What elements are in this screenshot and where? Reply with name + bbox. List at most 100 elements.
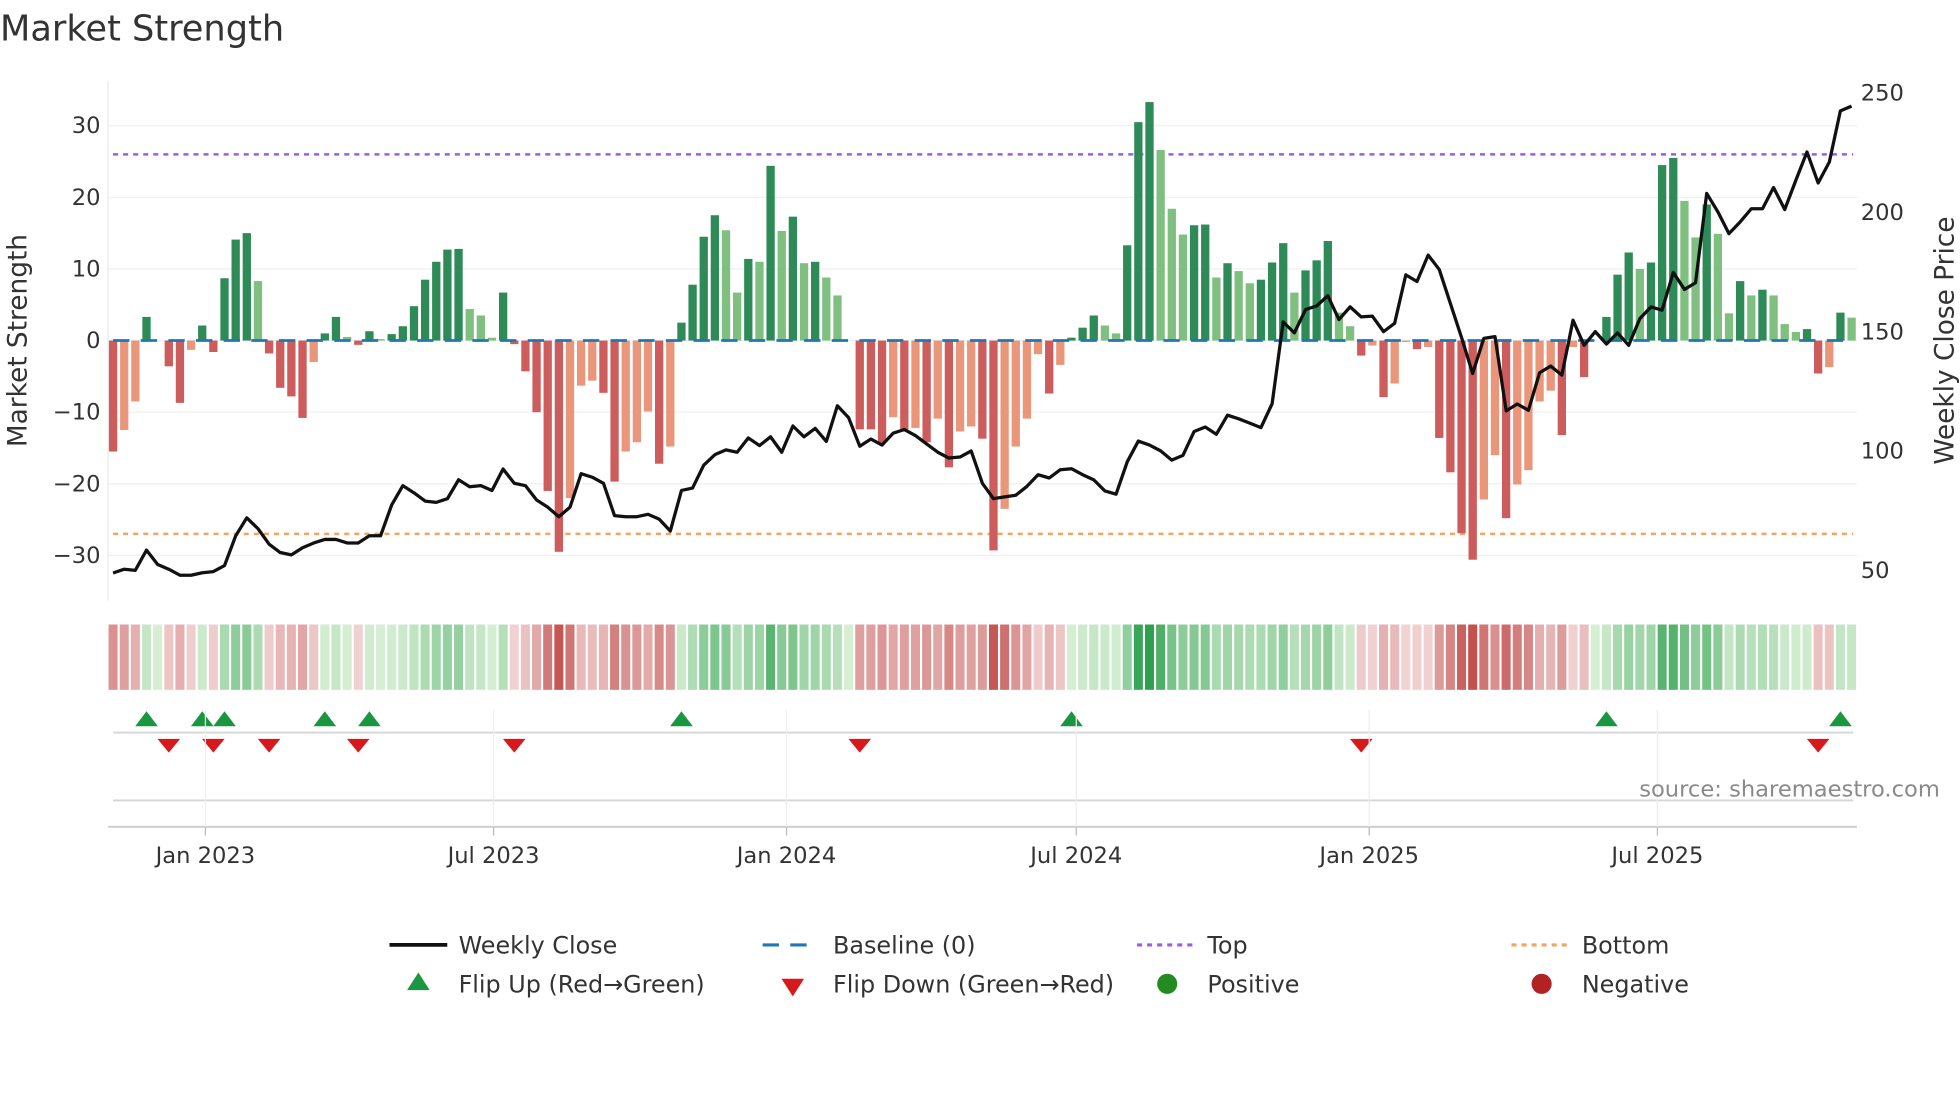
strength-bar <box>1167 208 1176 341</box>
strength-bar <box>922 340 931 443</box>
circle-icon <box>1157 973 1178 994</box>
heat-cell <box>1156 624 1166 690</box>
legend-label: Flip Down (Green→Red) <box>833 971 1114 999</box>
left-axis-ticks: 30 20 10 0 −10 −20 −30 <box>53 113 101 569</box>
heat-cell <box>643 624 653 690</box>
legend-item-negative[interactable]: Negative <box>1531 971 1689 999</box>
legend: Weekly Close Baseline (0) Top Bottom Fli… <box>389 932 1689 999</box>
strength-bar <box>911 340 920 428</box>
heat-cell <box>955 624 965 690</box>
heat-cell <box>1668 624 1678 690</box>
heat-cell <box>1122 624 1132 690</box>
strength-bar <box>420 279 430 341</box>
strength-bar <box>1736 281 1745 341</box>
heat-cell <box>1234 624 1244 690</box>
x-tick-label: Jan 2024 <box>735 843 837 869</box>
legend-item-weekly-close[interactable]: Weekly Close <box>389 932 617 960</box>
strength-bar <box>1501 340 1511 519</box>
heat-cell <box>933 624 943 690</box>
legend-label: Top <box>1206 932 1247 960</box>
heat-cell <box>1546 624 1556 690</box>
heat-cell <box>1523 624 1533 690</box>
strength-bar <box>131 340 140 402</box>
heat-cell <box>732 624 742 690</box>
heat-cell <box>721 624 731 690</box>
strength-bar <box>1657 165 1667 341</box>
heat-cell <box>1691 624 1701 690</box>
strength-bar <box>944 340 954 468</box>
y-tick-label: 30 <box>72 113 101 139</box>
heat-cell <box>387 624 397 690</box>
strength-bar <box>142 316 151 341</box>
strength-bar <box>1223 263 1232 341</box>
heat-cell <box>554 624 564 690</box>
strength-bar <box>1011 340 1020 447</box>
heat-cell <box>688 624 698 690</box>
legend-item-bottom[interactable]: Bottom <box>1511 932 1669 960</box>
y-tick-label: −30 <box>53 543 101 569</box>
heat-cell <box>1356 624 1366 690</box>
heat-cell <box>1590 624 1600 690</box>
strength-bar <box>621 340 630 452</box>
heat-cell <box>1445 624 1455 690</box>
legend-item-flip-down[interactable]: Flip Down (Green→Red) <box>781 971 1114 999</box>
legend-label: Bottom <box>1582 932 1670 960</box>
legend-item-top[interactable]: Top <box>1137 932 1248 960</box>
heat-cell <box>598 624 608 690</box>
strength-bar <box>1613 274 1622 341</box>
strength-bar <box>1680 200 1689 341</box>
heat-cell <box>1835 624 1845 690</box>
heat-cell <box>1000 624 1010 690</box>
heat-cell <box>175 624 185 690</box>
heat-cell <box>1033 624 1043 690</box>
y-tick-label: −10 <box>53 400 101 426</box>
heat-cell <box>632 624 642 690</box>
strength-bar <box>1669 157 1678 341</box>
strength-bar <box>1256 279 1266 341</box>
heat-cell <box>1579 624 1589 690</box>
legend-item-positive[interactable]: Positive <box>1157 971 1299 999</box>
strength-bar <box>1312 260 1321 341</box>
strength-bar <box>733 292 742 341</box>
flip-down-marker <box>257 738 281 753</box>
strength-bar <box>231 239 240 341</box>
heat-cell <box>420 624 430 690</box>
heat-cell <box>1769 624 1779 690</box>
legend-item-flip-up[interactable]: Flip Up (Red→Green) <box>407 971 705 999</box>
right-axis-ticks: 250 200 150 100 50 <box>1861 81 1904 584</box>
strength-bar <box>164 340 173 367</box>
strength-bar <box>599 340 608 393</box>
strength-bar <box>1602 316 1611 341</box>
heat-cell <box>676 624 686 690</box>
heat-cell <box>1635 624 1645 690</box>
strength-bar <box>120 340 129 431</box>
strength-bar <box>1724 313 1734 341</box>
heat-cell <box>832 624 842 690</box>
strength-bar <box>788 216 798 341</box>
strength-bar <box>198 325 207 341</box>
heat-cell <box>888 624 898 690</box>
heat-cell <box>610 624 620 690</box>
strength-bar <box>476 315 485 341</box>
strength-bar <box>1836 312 1845 341</box>
heat-cell <box>275 624 285 690</box>
heat-cell <box>799 624 809 690</box>
y2-tick-label: 50 <box>1861 558 1890 584</box>
heat-cell <box>298 624 308 690</box>
heat-cell <box>1557 624 1567 690</box>
strength-bar <box>955 340 965 432</box>
strength-bar <box>1624 252 1633 341</box>
strength-bar <box>1345 326 1355 341</box>
legend-label: Baseline (0) <box>833 932 976 960</box>
strength-bar <box>1033 340 1043 355</box>
heat-cell <box>777 624 787 690</box>
strength-bar <box>1791 331 1801 341</box>
heat-cell <box>1713 624 1723 690</box>
heat-cell <box>1278 624 1288 690</box>
strength-bar <box>766 165 775 341</box>
heat-cell <box>966 624 976 690</box>
legend-item-baseline[interactable]: Baseline (0) <box>762 932 976 960</box>
heat-cell <box>1568 624 1578 690</box>
strength-bar <box>677 322 686 341</box>
strength-bar <box>276 340 285 388</box>
